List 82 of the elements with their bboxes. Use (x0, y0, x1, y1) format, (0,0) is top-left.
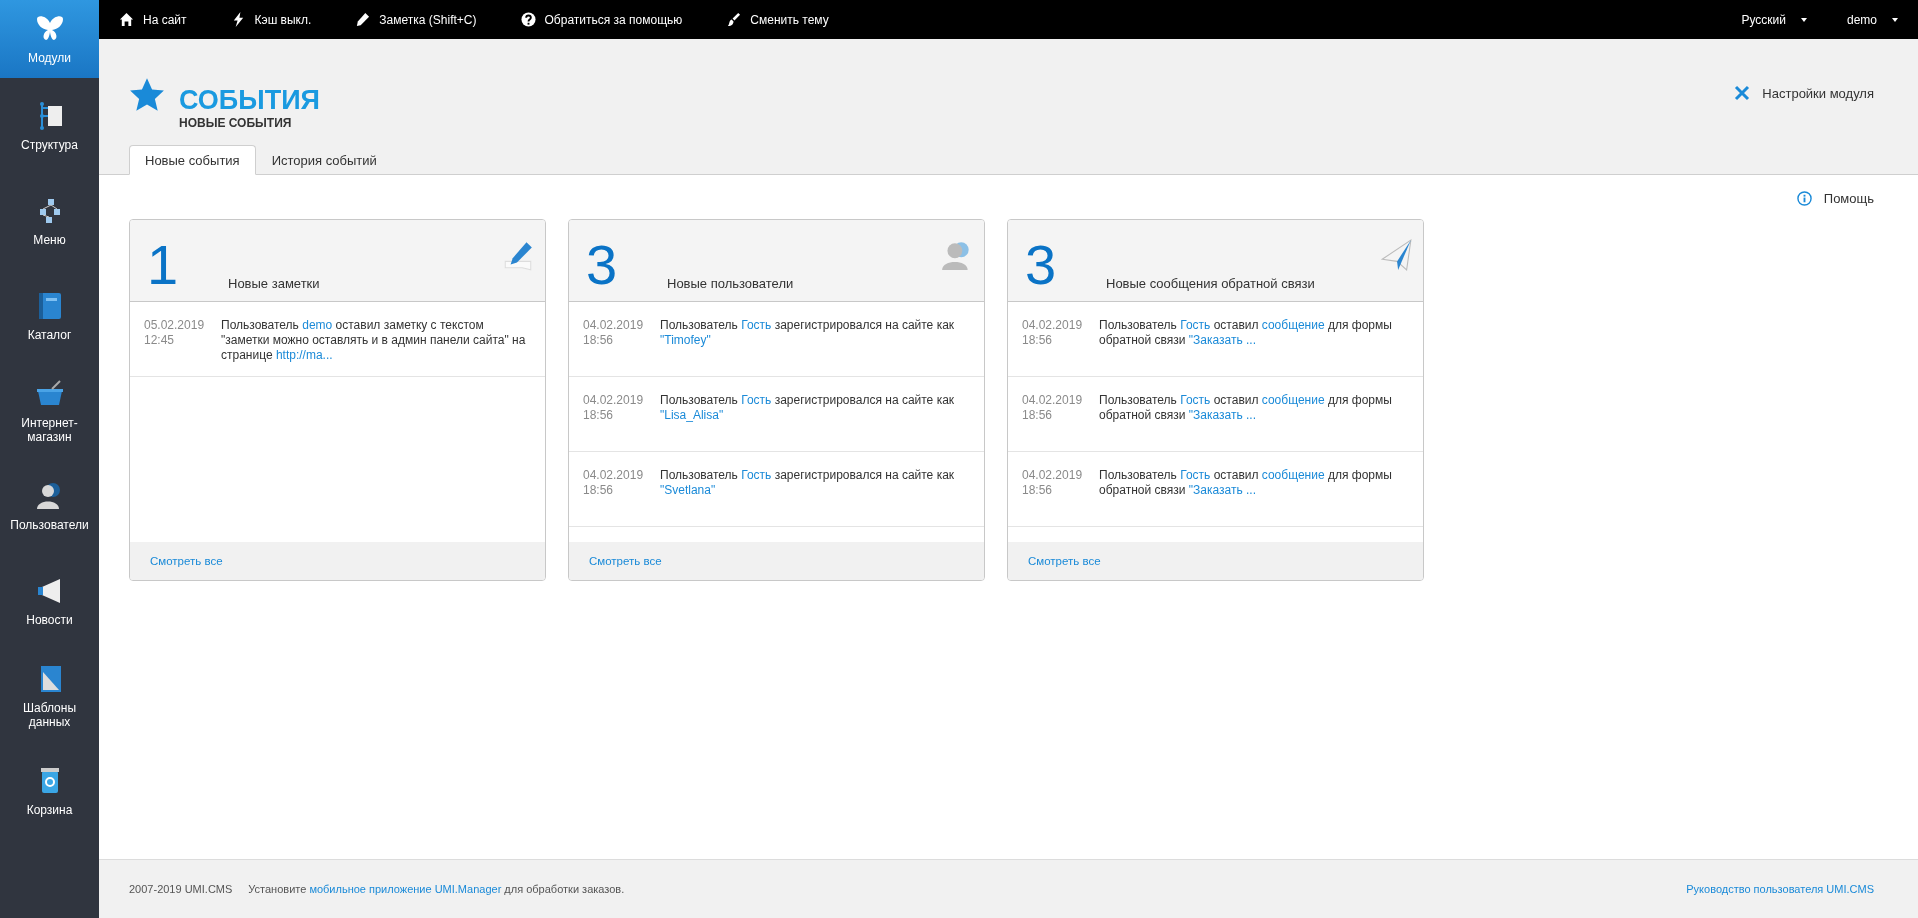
event-time: 18:56 (583, 333, 615, 348)
sidebar-item[interactable]: Шаблоны данных (0, 648, 99, 743)
sidebar-item[interactable]: Корзина (0, 743, 99, 838)
event-link[interactable]: Гость (741, 393, 772, 407)
event-date: 04.02.2019 (1022, 318, 1084, 333)
sidebar-item[interactable]: Пользователи (0, 458, 99, 553)
module-settings-link[interactable]: Настройки модуля (1734, 85, 1874, 101)
event-link[interactable]: "Заказать ... (1188, 483, 1256, 497)
event-time: 18:56 (1022, 333, 1054, 348)
help-icon (520, 12, 536, 27)
card-title: Новые сообщения обратной связи (1106, 276, 1315, 291)
sidebar-item[interactable]: Новости (0, 553, 99, 648)
copyright: 2007-2019 UMI.CMS (129, 883, 233, 895)
event-description: Пользователь Гость зарегистрировался на сайте как "Svetlana" (660, 468, 956, 499)
sidebar-item[interactable]: Модули (0, 0, 99, 78)
event-date: 04.02.2019 (1022, 468, 1084, 483)
sidebar-item[interactable]: Структура (0, 78, 99, 173)
caret-icon (1800, 17, 1807, 22)
language-dropdown[interactable]: Русский (1741, 12, 1807, 27)
event-link[interactable]: Гость (741, 318, 772, 332)
sidebar-item[interactable]: Каталог (0, 268, 99, 363)
event-description: Пользователь Гость оставил сообщение для формы обратной связи "Заказать ... (1099, 393, 1393, 424)
page-subtitle: НОВЫЕ СОБЫТИЯ (179, 116, 293, 130)
event-link[interactable]: "Заказать ... (1188, 333, 1256, 347)
event-link[interactable]: Гость (1180, 393, 1211, 407)
home-icon (119, 12, 134, 27)
user-dropdown[interactable]: demo (1846, 12, 1898, 27)
event-date: 04.02.2019 (583, 393, 645, 408)
pen-icon (355, 12, 371, 27)
event-description: Пользователь Гость зарегистрировался на сайте как "Lisa_Alisa" (660, 393, 956, 424)
paper-plane-icon (1379, 238, 1413, 272)
event-time: 18:56 (1022, 483, 1054, 498)
event-link[interactable]: "Svetlana" (660, 483, 716, 497)
top-bar-link[interactable]: Сменить тему (726, 12, 829, 27)
top-bar-link[interactable]: На сайт (119, 12, 187, 27)
event-link[interactable]: сообщение (1261, 468, 1325, 482)
event-link[interactable]: demo (302, 318, 333, 332)
event-link[interactable]: сообщение (1261, 393, 1325, 407)
event-description: Пользователь Гость оставил сообщение для формы обратной связи "Заказать ... (1099, 318, 1393, 349)
event-link[interactable]: "Заказать ... (1188, 408, 1256, 422)
event-date: 04.02.2019 (1022, 393, 1084, 408)
event-time: 12:45 (144, 333, 176, 348)
top-bar-link[interactable]: Заметка (Shift+C) (355, 12, 477, 27)
event-time: 18:56 (583, 483, 615, 498)
event-description: Пользователь Гость оставил сообщение для формы обратной связи "Заказать ... (1099, 468, 1393, 499)
event-date: 04.02.2019 (583, 468, 645, 483)
event-link[interactable]: Гость (1180, 318, 1211, 332)
info-icon (1796, 191, 1812, 206)
view-all-link[interactable]: Смотреть все (1028, 555, 1101, 567)
brush-icon (726, 12, 742, 27)
event-description: Пользователь demo оставил заметку с текстом "заметки можно оставлять и в админ панели сайта" на странице http://ma... (221, 318, 527, 361)
event-count: 1 (147, 237, 180, 293)
event-date: 05.02.2019 (144, 318, 206, 333)
event-link[interactable]: http://ma... (275, 348, 333, 362)
caret-icon (1892, 17, 1898, 22)
view-all-link[interactable]: Смотреть все (150, 555, 223, 567)
user-manual-link[interactable]: Руководство пользователя UMI.CMS (1686, 883, 1874, 895)
tab[interactable]: Новые события (129, 145, 256, 175)
event-link[interactable]: сообщение (1261, 318, 1325, 332)
event-time: 18:56 (583, 408, 615, 423)
tab[interactable]: История событий (255, 145, 393, 175)
event-description: Пользователь Гость зарегистрировался на сайте как "Timofey" (660, 318, 956, 349)
event-time: 18:56 (1022, 408, 1054, 423)
top-bar-link[interactable]: Обратиться за помощью (520, 12, 683, 27)
page-title: СОБЫТИЯ (179, 84, 320, 116)
help-link[interactable]: Помощь (1796, 191, 1874, 206)
event-link[interactable]: Гость (741, 468, 772, 482)
card-title: Новые заметки (228, 276, 320, 291)
sidebar-item[interactable]: Меню (0, 173, 99, 268)
star-icon (129, 77, 165, 113)
event-count: 3 (1025, 237, 1058, 293)
mobile-app-link[interactable]: мобильное приложение UMI.Manager (309, 883, 502, 895)
footer-promo-text: Установите мобильное приложение UMI.Manager для обработки заказов. (248, 883, 625, 895)
sidebar-item[interactable]: Интернет-магазин (0, 363, 99, 458)
event-link[interactable]: "Timofey" (660, 333, 711, 347)
event-count: 3 (586, 237, 619, 293)
event-link[interactable]: Гость (1180, 468, 1211, 482)
top-bar-link[interactable]: Кэш выкл. (230, 12, 312, 27)
event-link[interactable]: "Lisa_Alisa" (660, 408, 724, 422)
event-date: 04.02.2019 (583, 318, 645, 333)
view-all-link[interactable]: Смотреть все (589, 555, 662, 567)
card-title: Новые пользователи (667, 276, 794, 291)
